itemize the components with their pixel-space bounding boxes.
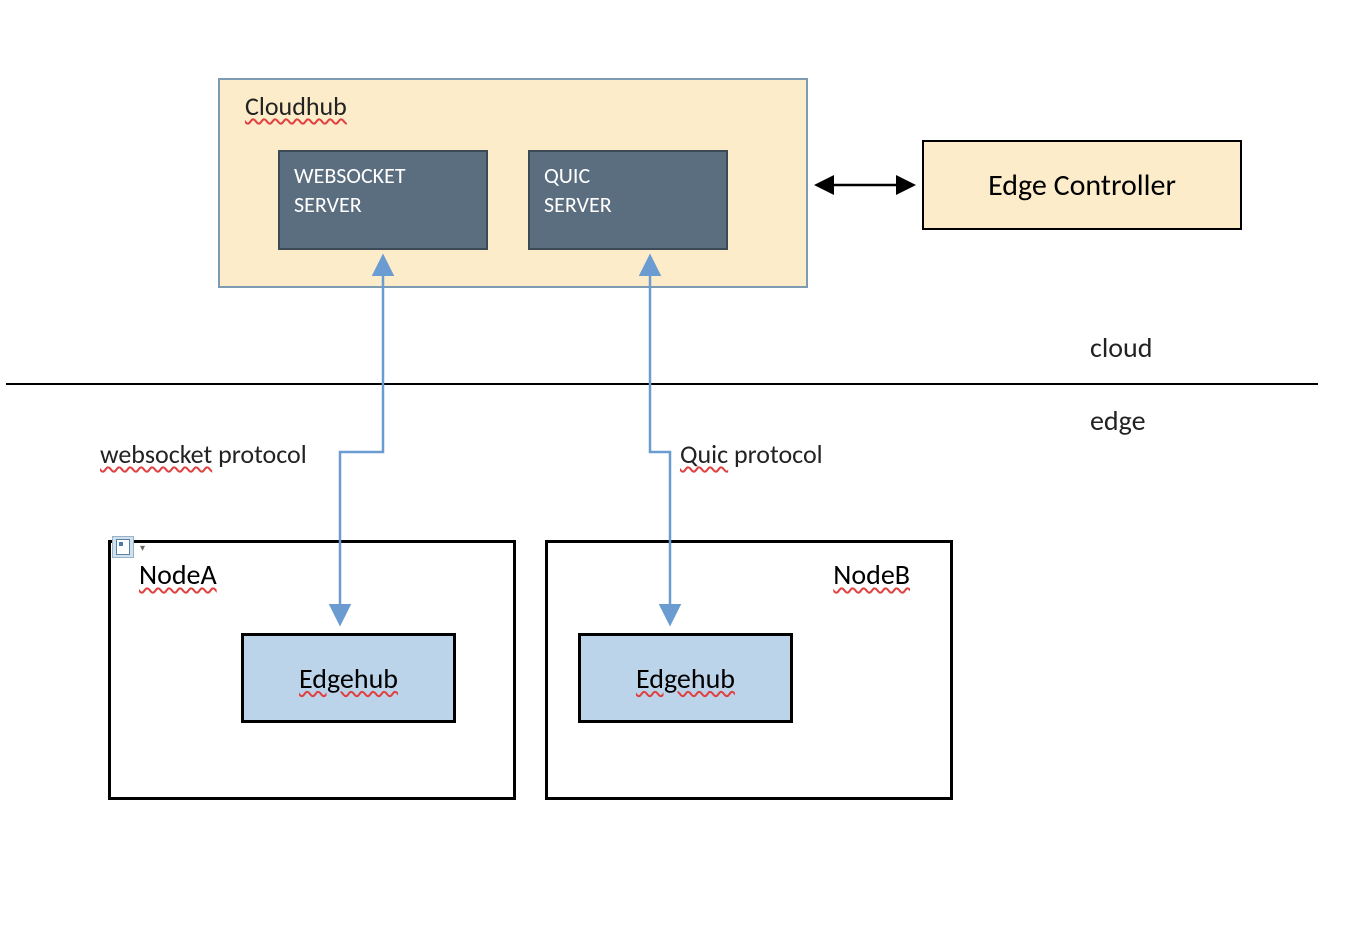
- node-a-title-text: NodeA: [139, 557, 217, 592]
- quic-server-line1: QUIC: [544, 162, 712, 191]
- websocket-protocol-word: websocket: [100, 438, 212, 470]
- quic-server-box: QUIC SERVER: [528, 150, 728, 250]
- edge-zone-label: edge: [1090, 403, 1146, 438]
- cloud-zone-label: cloud: [1090, 330, 1152, 365]
- cloudhub-title: Cloudhub: [245, 90, 347, 122]
- quic-protocol-word: Quic: [680, 438, 728, 470]
- websocket-server-line1: WEBSOCKET: [294, 162, 472, 191]
- node-b-box: NodeB Edgehub: [545, 540, 953, 800]
- doc-anchor-icon: [112, 536, 134, 558]
- node-b-title: NodeB: [833, 557, 910, 592]
- quic-protocol-label: Quic protocol: [680, 438, 823, 470]
- node-b-edgehub-box: Edgehub: [578, 633, 793, 723]
- node-a-title: NodeA: [139, 557, 217, 592]
- quic-protocol-rest: protocol: [728, 438, 823, 470]
- cloudhub-container: Cloudhub WEBSOCKET SERVER QUIC SERVER: [218, 78, 808, 288]
- websocket-server-box: WEBSOCKET SERVER: [278, 150, 488, 250]
- edge-controller-box: Edge Controller: [922, 140, 1242, 230]
- websocket-server-line2: SERVER: [294, 191, 472, 220]
- quic-server-line2: SERVER: [544, 191, 712, 220]
- websocket-protocol-rest: protocol: [212, 438, 307, 470]
- node-b-edgehub-label: Edgehub: [636, 661, 735, 696]
- node-a-edgehub-box: Edgehub: [241, 633, 456, 723]
- edge-controller-label: Edge Controller: [988, 167, 1176, 204]
- node-b-title-text: NodeB: [833, 557, 910, 592]
- node-a-box: NodeA Edgehub: [108, 540, 516, 800]
- cloud-edge-divider: [6, 383, 1318, 385]
- node-a-edgehub-label: Edgehub: [299, 661, 398, 696]
- cloudhub-title-text: Cloudhub: [245, 90, 347, 122]
- websocket-protocol-label: websocket protocol: [100, 438, 307, 470]
